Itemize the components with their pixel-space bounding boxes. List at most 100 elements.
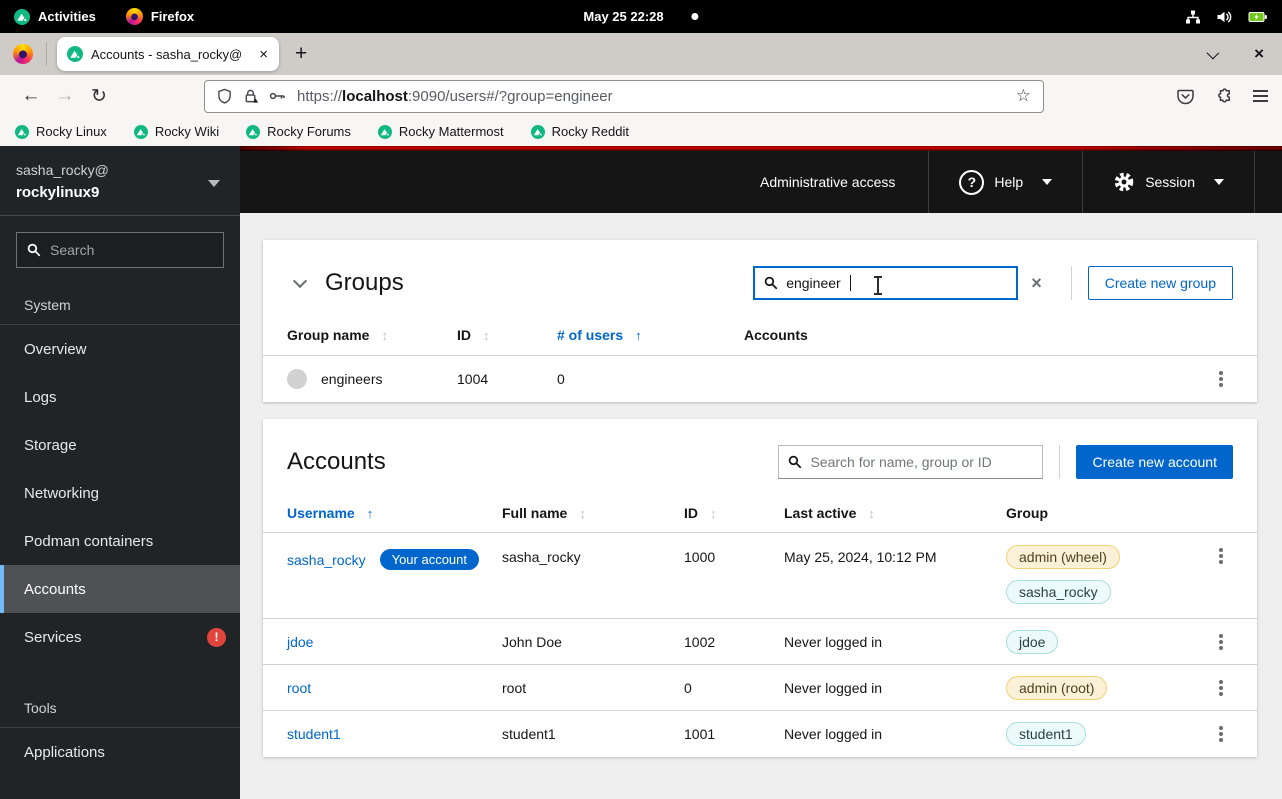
bookmark-rocky-reddit[interactable]: Rocky Reddit	[531, 124, 629, 139]
url-bar[interactable]: https://localhost:9090/users#/?group=eng…	[204, 80, 1044, 113]
session-menu[interactable]: Session	[1082, 151, 1255, 213]
col-group-id[interactable]: ID↕	[457, 327, 557, 343]
session-caret-icon	[1214, 179, 1224, 185]
groups-title: Groups	[325, 269, 404, 297]
account-row-student1[interactable]: student1 student1 1001 Never logged in s…	[263, 711, 1257, 757]
tab-close-icon[interactable]: ×	[256, 46, 271, 63]
new-tab-button[interactable]: +	[295, 42, 307, 66]
account-kebab-menu[interactable]	[1209, 673, 1233, 703]
admin-access-button[interactable]: Administrative access	[727, 174, 928, 190]
window-close-icon[interactable]: ×	[1254, 44, 1264, 64]
sidebar-item-applications[interactable]: Applications	[0, 728, 240, 776]
clock-menu[interactable]: May 25 22:28	[583, 9, 698, 24]
gear-icon	[1113, 171, 1135, 193]
forward-icon[interactable]: →	[48, 85, 82, 107]
account-kebab-menu[interactable]	[1209, 533, 1233, 563]
list-all-tabs-icon[interactable]	[1207, 46, 1220, 59]
back-icon[interactable]: ←	[14, 85, 48, 107]
bookmark-star-icon[interactable]: ☆	[1016, 86, 1031, 106]
group-tag: sasha_rocky	[1006, 580, 1111, 604]
last-active: May 25, 2024, 10:12 PM	[784, 533, 1006, 565]
firefox-app-label: Firefox	[151, 9, 194, 24]
bookmark-rocky-wiki[interactable]: Rocky Wiki	[134, 124, 219, 139]
sort-icon: ↕	[579, 506, 586, 521]
group-avatar	[287, 369, 307, 389]
kebab-icon	[1219, 554, 1223, 558]
username-link[interactable]: student1	[287, 726, 341, 742]
rocky-logo-icon	[14, 9, 30, 25]
group-row-engineers[interactable]: engineers 1004 0	[263, 356, 1257, 402]
groups-search-value: engineer	[786, 275, 841, 291]
username-link[interactable]: sasha_rocky	[287, 552, 366, 568]
extensions-puzzle-icon[interactable]	[1215, 88, 1232, 105]
sidebar-item-services[interactable]: Services !	[0, 613, 240, 661]
volume-icon	[1216, 9, 1233, 25]
user-name: sasha_rocky@	[16, 162, 224, 178]
menu-hamburger-icon[interactable]	[1253, 90, 1268, 102]
pocket-icon[interactable]	[1177, 88, 1194, 105]
page-content: Groups engineer × Create new group	[240, 213, 1282, 799]
account-kebab-menu[interactable]	[1209, 627, 1233, 657]
col-id[interactable]: ID↕	[684, 505, 784, 521]
shield-icon[interactable]	[217, 88, 232, 104]
group-kebab-menu[interactable]	[1209, 364, 1233, 394]
sidebar-item-accounts[interactable]: Accounts	[0, 565, 240, 613]
screen: Activities Firefox May 25 22:28	[0, 0, 1282, 799]
firefox-app-indicator[interactable]: Firefox	[126, 8, 194, 25]
kebab-icon	[1219, 640, 1223, 644]
bookmark-rocky-forums[interactable]: Rocky Forums	[246, 124, 351, 139]
groups-search-clear-icon[interactable]: ×	[1018, 273, 1055, 294]
sidebar-item-networking[interactable]: Networking	[0, 469, 240, 517]
col-group-name[interactable]: Group name↕	[287, 327, 457, 343]
col-num-users[interactable]: # of users↑	[557, 327, 744, 343]
col-group: Group	[1006, 505, 1185, 521]
sidebar-search-placeholder: Search	[50, 242, 94, 258]
divider	[1071, 266, 1072, 300]
group-tag: admin (root)	[1006, 676, 1107, 700]
sidebar-item-podman-containers[interactable]: Podman containers	[0, 517, 240, 565]
groups-collapse-icon[interactable]	[293, 274, 307, 288]
host-caret-icon	[208, 180, 220, 187]
username-link[interactable]: jdoe	[287, 634, 313, 650]
bookmark-rocky-mattermost[interactable]: Rocky Mattermost	[378, 124, 504, 139]
sidebar-item-storage[interactable]: Storage	[0, 421, 240, 469]
activities-button[interactable]: Activities	[14, 9, 96, 25]
account-id: 1000	[684, 533, 784, 565]
account-kebab-menu[interactable]	[1209, 719, 1233, 749]
col-full-name[interactable]: Full name↕	[502, 505, 684, 521]
host-switcher[interactable]: sasha_rocky@ rockylinux9	[0, 146, 240, 216]
reload-icon[interactable]: ↻	[82, 85, 116, 108]
accounts-search-input[interactable]	[810, 454, 1033, 470]
username-link[interactable]: root	[287, 680, 311, 696]
last-active: Never logged in	[784, 680, 1006, 696]
create-new-group-button[interactable]: Create new group	[1088, 266, 1233, 300]
groups-search-input[interactable]: engineer	[753, 266, 1018, 300]
active-tab[interactable]: Accounts - sasha_rocky@ ×	[57, 37, 279, 71]
sidebar-search-input[interactable]: Search	[16, 232, 224, 268]
group-tag: admin (wheel)	[1006, 545, 1120, 569]
account-row-sasha-rocky[interactable]: sasha_rockyYour account sasha_rocky 1000…	[263, 533, 1257, 619]
battery-icon	[1248, 9, 1268, 25]
create-new-account-button[interactable]: Create new account	[1076, 445, 1233, 479]
network-icon	[1185, 9, 1201, 25]
bookmark-rocky-linux[interactable]: Rocky Linux	[15, 124, 107, 139]
url-text: https://localhost:9090/users#/?group=eng…	[297, 88, 1005, 105]
key-icon[interactable]	[269, 88, 286, 104]
lock-warning-icon[interactable]	[243, 88, 258, 104]
group-id: 1004	[457, 371, 557, 387]
sidebar-item-logs[interactable]: Logs	[0, 373, 240, 421]
sidebar-item-overview[interactable]: Overview	[0, 325, 240, 373]
help-menu[interactable]: ? Help	[928, 151, 1082, 213]
sort-asc-icon: ↑	[367, 506, 374, 521]
gnome-top-bar: Activities Firefox May 25 22:28	[0, 0, 1282, 33]
system-tray[interactable]	[1185, 9, 1282, 25]
group-tag: student1	[1006, 722, 1086, 746]
col-username[interactable]: Username↑	[287, 505, 502, 521]
account-row-root[interactable]: root root 0 Never logged in admin (root)	[263, 665, 1257, 711]
host-name: rockylinux9	[16, 184, 224, 201]
text-caret	[850, 275, 851, 291]
col-last-active[interactable]: Last active↕	[784, 505, 1006, 521]
account-row-jdoe[interactable]: jdoe John Doe 1002 Never logged in jdoe	[263, 619, 1257, 665]
help-icon: ?	[959, 170, 984, 195]
account-id: 1001	[684, 726, 784, 742]
